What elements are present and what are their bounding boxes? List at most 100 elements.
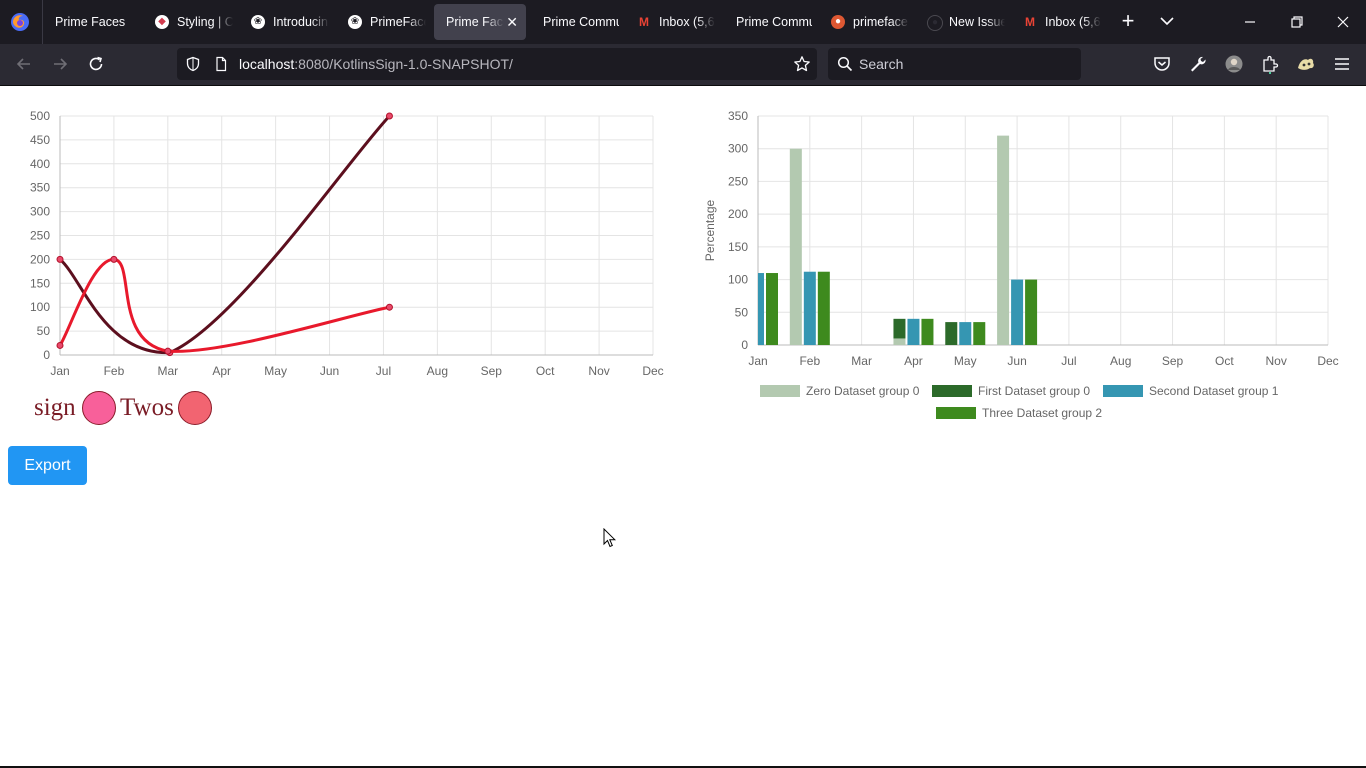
legend-swatch [932, 385, 972, 397]
y-tick-label: 450 [30, 133, 50, 147]
bar [817, 271, 830, 345]
tab-title: Prime Commu [543, 15, 619, 29]
firefox-icon[interactable] [10, 12, 30, 32]
tab-7[interactable]: M Inbox (5,6 [627, 4, 715, 40]
legend-label: Three Dataset group 2 [982, 406, 1103, 420]
tab-title: Introducin [273, 4, 329, 40]
x-tick-label: Feb [104, 364, 125, 378]
restore-icon[interactable] [1285, 10, 1309, 34]
x-tick-label: Sep [481, 364, 503, 378]
y-tick-label: 150 [728, 240, 748, 254]
reload-icon[interactable] [86, 54, 106, 74]
tab-5[interactable]: Prime Faces✕ [434, 4, 526, 40]
x-tick-label: Jul [1061, 354, 1076, 368]
y-tick-label: 350 [30, 181, 50, 195]
openai-icon: ❀ [348, 15, 362, 29]
url-path: :8080/KotlinsSign-1.0-SNAPSHOT/ [294, 56, 513, 72]
list-all-tabs-icon[interactable] [1158, 12, 1176, 30]
y-tick-label: 50 [735, 305, 749, 319]
close-window-icon[interactable] [1331, 10, 1355, 34]
search-input[interactable]: Search [859, 48, 903, 80]
legend-swatch [760, 385, 800, 397]
search-bar[interactable]: Search [828, 48, 1081, 80]
back-icon[interactable] [14, 54, 34, 74]
url-host: localhost [239, 56, 295, 72]
bar [1025, 279, 1038, 345]
legend-label: First Dataset group 0 [978, 384, 1091, 398]
tab-title: Prime Faces [446, 4, 504, 40]
shield-icon[interactable] [185, 56, 201, 72]
signature-word-sign: sign [34, 394, 76, 421]
close-tab-icon[interactable]: ✕ [506, 4, 518, 40]
y-tick-label: 500 [30, 109, 50, 123]
pocket-icon[interactable] [1152, 54, 1172, 74]
y-tick-label: 250 [728, 174, 748, 188]
x-tick-label: Nov [1266, 354, 1287, 368]
y-tick-label: 300 [728, 142, 748, 156]
data-point [56, 255, 64, 263]
tab-4[interactable]: ❀ PrimeFace [338, 4, 426, 40]
url-bar[interactable]: localhost:8080/KotlinsSign-1.0-SNAPSHOT/ [177, 48, 817, 80]
openai-icon: ❀ [251, 15, 265, 29]
tab-title: Styling | C [177, 4, 233, 40]
tab-3[interactable]: ❀ Introducin [241, 4, 329, 40]
data-point [385, 112, 393, 120]
tab-10[interactable]: ● New Issue [917, 4, 1005, 40]
x-tick-label: Mar [157, 364, 178, 378]
export-button[interactable]: Export [8, 446, 87, 485]
bar [907, 318, 920, 345]
x-tick-label: Apr [212, 364, 231, 378]
gmail-icon: M [1025, 15, 1035, 29]
bar [1011, 279, 1024, 345]
profile-avatar-icon[interactable] [1224, 54, 1244, 74]
extensions-icon[interactable] [1260, 54, 1280, 74]
url-text[interactable]: localhost:8080/KotlinsSign-1.0-SNAPSHOT/ [239, 48, 513, 80]
x-tick-label: Apr [904, 354, 923, 368]
wrench-icon[interactable] [1188, 54, 1208, 74]
bar [766, 273, 778, 345]
y-tick-label: 200 [728, 207, 748, 221]
tab-title: Inbox (5,6 [659, 4, 715, 40]
y-tick-label: 200 [30, 252, 50, 266]
tab-1[interactable]: Prime Faces [43, 4, 131, 40]
tab-2[interactable]: ◆ Styling | C [145, 4, 233, 40]
bar [973, 322, 986, 345]
tab-title: New Issue [949, 4, 1005, 40]
star-bookmark-icon[interactable] [793, 55, 811, 73]
series-line-1 [58, 114, 391, 355]
tab-title: primeface [853, 4, 909, 40]
minimize-icon[interactable] [1238, 10, 1262, 34]
tab-11[interactable]: M Inbox (5,6 [1013, 4, 1101, 40]
bar [997, 135, 1010, 345]
duckduckgo-icon: ● [831, 15, 845, 29]
legend-label: Second Dataset group 1 [1149, 384, 1279, 398]
page-info-icon[interactable] [213, 56, 229, 72]
tab-9[interactable]: ● primeface [821, 4, 909, 40]
vpn-extension-icon[interactable] [1296, 54, 1316, 74]
page-content: 0 50 100 150 200 250 300 350 400 450 500 Jan Feb Mar A… [0, 86, 1366, 766]
line-chart: 0 50 100 150 200 250 300 350 400 450 500 Jan Feb Mar A… [30, 109, 664, 378]
y-tick-label: 50 [37, 324, 51, 338]
tab-8[interactable]: Prime Commu [724, 4, 812, 40]
data-point [164, 347, 172, 355]
x-tick-label: Jun [1007, 354, 1026, 368]
x-tick-label: May [954, 354, 977, 368]
y-axis-title: Percentage [703, 199, 717, 261]
new-tab-icon[interactable]: + [1117, 10, 1139, 32]
x-tick-label: Feb [799, 354, 820, 368]
x-tick-label: Oct [536, 364, 555, 378]
x-tick-label: Jun [320, 364, 339, 378]
data-point [110, 255, 118, 263]
signature-word-twos: Twos [120, 394, 174, 421]
x-tick-label: Oct [1215, 354, 1234, 368]
y-tick-label: 300 [30, 205, 50, 219]
bar-chart: 0 50 100 150 200 250 300 350 Jan Feb Mar Apr May Jun J… [703, 109, 1339, 368]
hamburger-menu-icon[interactable] [1332, 54, 1352, 74]
x-tick-label: Jul [376, 364, 391, 378]
tab-6[interactable]: Prime Commu [531, 4, 619, 40]
bar [945, 322, 958, 345]
y-tick-label: 150 [30, 276, 50, 290]
x-tick-label: Sep [1162, 354, 1184, 368]
forward-icon[interactable] [50, 54, 70, 74]
bar [789, 148, 802, 345]
